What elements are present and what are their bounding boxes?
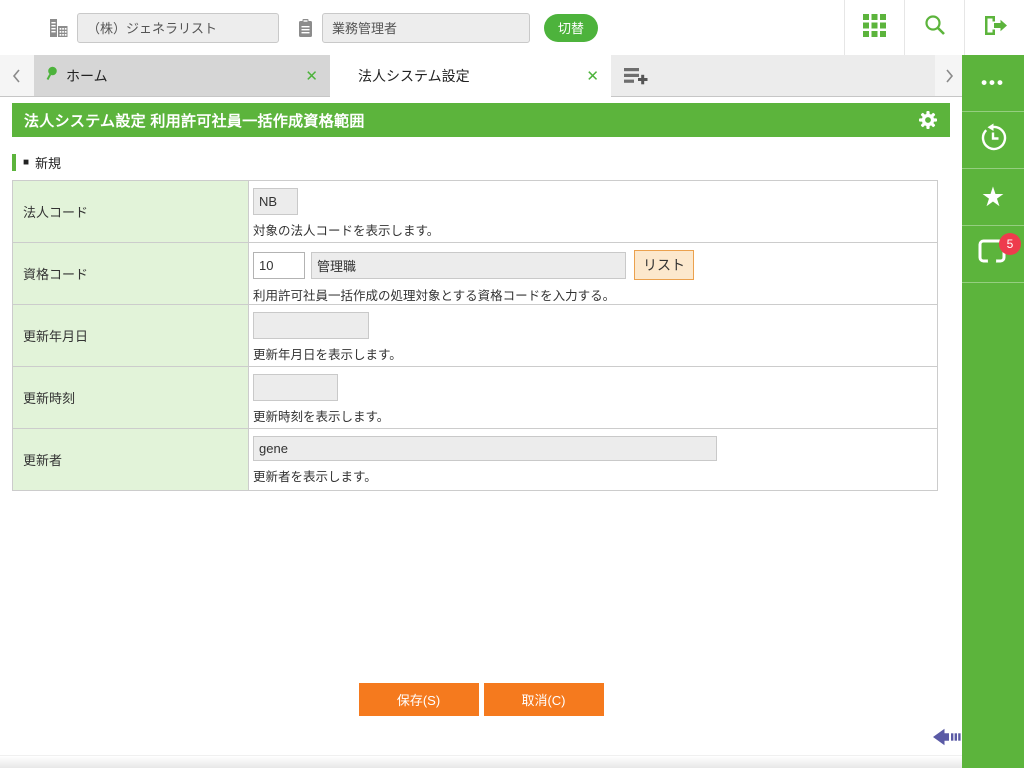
field-label: 資格コード [12, 242, 249, 305]
settings-gear-icon[interactable] [918, 110, 938, 130]
ellipsis-icon: ••• [981, 73, 1005, 92]
save-button[interactable]: 保存(S) [358, 683, 479, 716]
section-title: 新規 [35, 155, 62, 171]
update-time-field [253, 374, 338, 401]
field-hint: 利用許可社員一括作成の処理対象とする資格コードを入力する。 [253, 289, 616, 303]
history-button[interactable] [962, 112, 1024, 169]
tab-bar: ホーム ✕ 法人システム設定 ✕ [0, 55, 962, 97]
page-header: 法人システム設定 利用許可社員一括作成資格範囲 [12, 103, 950, 137]
role-input[interactable] [322, 12, 530, 43]
table-row-qualification-code: 資格コード リスト 利用許可社員一括作成の処理対象とする資格コードを入力する。 [12, 242, 938, 305]
chevron-left-icon [12, 68, 20, 83]
field-hint: 更新年月日を表示します。 [253, 348, 402, 362]
page-content: 法人システム設定 利用許可社員一括作成資格範囲 ■ 新規 法人コード NB 対象… [0, 103, 962, 716]
tab-home-close-icon[interactable]: ✕ [303, 67, 320, 85]
tab-home-label: ホーム [66, 67, 108, 84]
tab-home[interactable]: ホーム ✕ [34, 55, 330, 96]
field-hint: 対象の法人コードを表示します。 [253, 224, 440, 238]
topbar-context: 切替 [0, 12, 599, 43]
table-row-update-time: 更新時刻 更新時刻を表示します。 [12, 366, 938, 429]
chevron-right-icon [945, 68, 953, 83]
switch-button[interactable]: 切替 [544, 13, 599, 42]
corporate-code-field [253, 188, 298, 215]
history-clock-icon [978, 123, 1008, 158]
notification-count-badge: 5 [999, 233, 1021, 255]
field-label: 更新時刻 [12, 366, 249, 429]
add-list-icon [623, 67, 647, 84]
more-options-button[interactable]: ••• [962, 55, 1024, 112]
update-date-field [253, 312, 369, 339]
bottom-fade [0, 755, 962, 768]
role-clipboard-icon [297, 18, 314, 38]
logout-button[interactable] [964, 0, 1024, 55]
field-label: 法人コード [12, 180, 249, 243]
qualification-name-field [311, 251, 626, 279]
topbar: 切替 [0, 0, 1024, 55]
main-area: ホーム ✕ 法人システム設定 ✕ 法人システム設定 利用許可社員一括作成資格範囲 [0, 55, 962, 768]
apps-grid-icon [862, 13, 887, 43]
tabbar-filler [659, 55, 935, 96]
right-sidebar: ••• ★ 5 [962, 55, 1024, 768]
section-accent-bar [12, 153, 16, 171]
table-row-corporate-code: 法人コード 対象の法人コードを表示します。 [12, 180, 938, 243]
tab-corporate-settings-close-icon[interactable]: ✕ [584, 67, 601, 85]
settings-form-table: 法人コード 対象の法人コードを表示します。 資格コード リ [12, 180, 938, 491]
notifications-button[interactable]: 5 [962, 226, 1024, 283]
table-row-update-date: 更新年月日 更新年月日を表示します。 [12, 304, 938, 367]
cancel-button[interactable]: 取消(C) [483, 683, 604, 716]
tab-scroll-left-button[interactable] [0, 55, 34, 96]
apps-menu-button[interactable] [844, 0, 904, 55]
company-input[interactable] [77, 12, 279, 43]
tab-corporate-settings-label: 法人システム設定 [358, 68, 470, 84]
list-lookup-button[interactable]: リスト [634, 250, 694, 280]
company-building-icon [48, 18, 69, 38]
updated-by-field [253, 436, 717, 461]
field-label: 更新年月日 [12, 304, 249, 367]
page-title: 法人システム設定 利用許可社員一括作成資格範囲 [24, 112, 365, 130]
field-hint: 更新者を表示します。 [253, 470, 377, 484]
search-button[interactable] [904, 0, 964, 55]
favorites-button[interactable]: ★ [962, 169, 1024, 226]
qualification-code-input[interactable] [253, 251, 305, 279]
tab-scroll-right-button[interactable] [935, 55, 962, 96]
section-marker: ■ [23, 156, 30, 168]
collapse-panel-arrow-icon[interactable] [932, 727, 961, 752]
table-row-updated-by: 更新者 更新者を表示します。 [12, 428, 938, 491]
logout-icon [981, 14, 1008, 42]
search-icon [923, 13, 947, 42]
action-buttons: 保存(S) 取消(C) [12, 683, 950, 716]
star-icon: ★ [980, 181, 1006, 212]
tab-corporate-settings[interactable]: 法人システム設定 ✕ [330, 55, 611, 97]
new-tab-button[interactable] [611, 55, 659, 96]
pin-icon [44, 66, 58, 85]
field-hint: 更新時刻を表示します。 [253, 410, 390, 424]
field-label: 更新者 [12, 428, 249, 491]
section-header: ■ 新規 [12, 153, 950, 171]
